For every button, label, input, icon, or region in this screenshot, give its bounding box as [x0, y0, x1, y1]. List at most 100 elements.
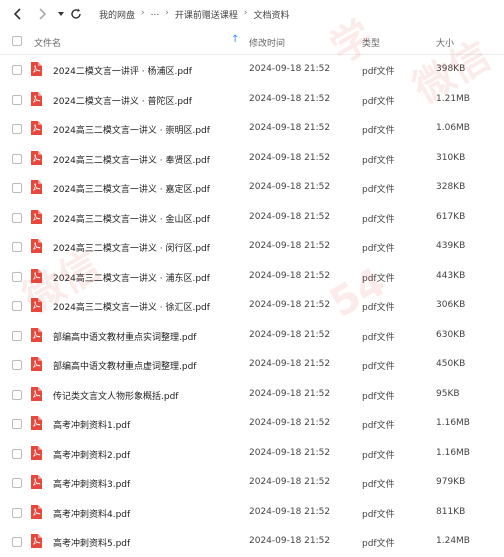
pdf-file-icon [31, 386, 42, 401]
file-row[interactable]: 部编高中语文教材重点实词整理.pdf 2024-09-18 21:52 pdf文件 6… [0, 321, 504, 351]
file-row[interactable]: 高考冲刺资料2.pdf 2024-09-18 21:52 pdf文件 1.16MB [0, 439, 504, 469]
pdf-file-icon [31, 504, 42, 519]
file-modified-time: 2024-09-18 21:52 [249, 418, 331, 428]
pdf-file-icon [31, 150, 42, 165]
pdf-file-icon [31, 268, 42, 283]
select-all-checkbox[interactable] [12, 36, 22, 46]
file-row[interactable]: 2024高三二模文言一讲义 · 徐汇区.pdf 2024-09-18 21:52 p… [0, 291, 504, 321]
chevron-right-icon: › [243, 8, 248, 18]
column-header-type[interactable]: 类型 [362, 36, 380, 49]
file-row[interactable]: 高考冲刺资料1.pdf 2024-09-18 21:52 pdf文件 1.16MB [0, 409, 504, 439]
file-list-header: 文件名 ↑ 修改时间 类型 大小 [0, 28, 504, 55]
file-size: 979KB [436, 477, 466, 487]
file-name[interactable]: 2024二模文言一讲义 · 普陀区.pdf [53, 94, 192, 107]
pdf-file-icon [31, 416, 42, 430]
pdf-file-icon [31, 180, 42, 194]
file-name[interactable]: 高考冲刺资料2.pdf [53, 448, 130, 461]
history-dropdown-icon[interactable] [53, 6, 69, 22]
pdf-file-icon [31, 121, 42, 135]
row-checkbox[interactable] [12, 153, 22, 164]
toolbar: 我的网盘 › ... › 开课前赠送课程 › 文档资料 [0, 0, 504, 28]
file-name[interactable]: 高考冲刺资料1.pdf [53, 418, 130, 431]
file-row[interactable]: 2024高三二模文言一讲义 · 奉贤区.pdf 2024-09-18 21:52 p… [0, 144, 504, 174]
file-row[interactable]: 2024高三二模文言一讲义 · 嘉定区.pdf 2024-09-18 21:52 p… [0, 173, 504, 203]
sort-ascending-icon[interactable]: ↑ [231, 34, 239, 45]
pdf-file-icon [31, 327, 42, 342]
file-modified-time: 2024-09-18 21:52 [249, 93, 331, 104]
file-type: pdf文件 [362, 450, 395, 461]
row-checkbox[interactable] [12, 478, 22, 488]
file-modified-time: 2024-09-18 21:52 [249, 447, 331, 458]
file-size: 450KB [436, 359, 466, 369]
file-name[interactable]: 部编高中语文教材重点虚词整理.pdf [53, 359, 196, 372]
pdf-file-icon [31, 239, 42, 253]
file-row[interactable]: 高考冲刺资料5.pdf 2024-09-18 21:52 pdf文件 1.24MB [0, 527, 504, 557]
file-row[interactable]: 2024高三二模文言一讲义 · 金山区.pdf 2024-09-18 21:52 p… [0, 203, 504, 233]
refresh-icon[interactable] [68, 6, 84, 22]
file-type: pdf文件 [362, 480, 395, 490]
file-type: pdf文件 [362, 303, 395, 313]
forward-arrow-icon[interactable] [34, 6, 50, 22]
row-checkbox[interactable] [12, 183, 22, 193]
file-row[interactable]: 高考冲刺资料4.pdf 2024-09-18 21:52 pdf文件 811KB [0, 498, 504, 528]
row-checkbox[interactable] [12, 271, 22, 282]
breadcrumb-item-course[interactable]: 开课前赠送课程 [175, 8, 238, 21]
pdf-file-icon [31, 475, 42, 489]
file-row[interactable]: 高考冲刺资料3.pdf 2024-09-18 21:52 pdf文件 979KB [0, 468, 504, 498]
file-name[interactable]: 传记类文言文人物形象概括.pdf [53, 389, 178, 402]
column-header-name[interactable]: 文件名 [34, 36, 61, 49]
back-arrow-icon[interactable] [10, 6, 26, 22]
breadcrumb-item-root[interactable]: 我的网盘 [99, 8, 135, 21]
column-header-modified[interactable]: 修改时间 [249, 36, 285, 49]
file-type: pdf文件 [362, 214, 395, 225]
file-row[interactable]: 2024二模文言一讲评 · 杨浦区.pdf 2024-09-18 21:52 pdf… [0, 55, 504, 85]
file-row[interactable]: 2024高三二模文言一讲义 · 闵行区.pdf 2024-09-18 21:52 p… [0, 232, 504, 262]
file-name[interactable]: 高考冲刺资料4.pdf [53, 507, 130, 520]
file-name[interactable]: 2024高三二模文言一讲义 · 徐汇区.pdf [53, 300, 210, 313]
file-name[interactable]: 2024高三二模文言一讲义 · 金山区.pdf [53, 212, 210, 225]
breadcrumb-item-current[interactable]: 文档资料 [253, 8, 289, 21]
column-header-size[interactable]: 大小 [436, 36, 454, 49]
file-row[interactable]: 传记类文言文人物形象概括.pdf 2024-09-18 21:52 pdf文件 95K… [0, 380, 504, 410]
row-checkbox[interactable] [12, 124, 22, 134]
row-checkbox[interactable] [12, 419, 22, 429]
file-name[interactable]: 部编高中语文教材重点实词整理.pdf [53, 330, 196, 343]
file-row[interactable]: 部编高中语文教材重点虚词整理.pdf 2024-09-18 21:52 pdf文件 4… [0, 350, 504, 380]
file-modified-time: 2024-09-18 21:52 [249, 152, 331, 163]
chevron-right-icon: › [141, 8, 145, 18]
file-name[interactable]: 2024高三二模文言一讲义 · 闵行区.pdf [53, 241, 210, 254]
file-size: 617KB [436, 211, 466, 222]
file-row[interactable]: 2024二模文言一讲义 · 普陀区.pdf 2024-09-18 21:52 pdf… [0, 85, 504, 115]
row-checkbox[interactable] [12, 212, 22, 223]
file-name[interactable]: 2024二模文言一讲评 · 杨浦区.pdf [53, 64, 192, 77]
row-checkbox[interactable] [12, 242, 22, 252]
row-checkbox[interactable] [12, 448, 22, 459]
file-name[interactable]: 高考冲刺资料3.pdf [53, 477, 130, 490]
file-name[interactable]: 2024高三二模文言一讲义 · 浦东区.pdf [53, 271, 210, 284]
file-modified-time: 2024-09-18 21:52 [249, 388, 331, 399]
file-row[interactable]: 2024高三二模文言一讲义 · 浦东区.pdf 2024-09-18 21:52 p… [0, 262, 504, 292]
row-checkbox[interactable] [12, 330, 22, 341]
row-checkbox[interactable] [12, 360, 22, 370]
row-checkbox[interactable] [12, 537, 22, 547]
file-row[interactable]: 2024高三二模文言一讲义 · 崇明区.pdf 2024-09-18 21:52 p… [0, 114, 504, 144]
breadcrumb-item-ellipsis[interactable]: ... [151, 8, 160, 21]
file-type: pdf文件 [362, 362, 395, 372]
row-checkbox[interactable] [12, 301, 22, 311]
file-size: 443KB [436, 270, 466, 281]
file-name[interactable]: 2024高三二模文言一讲义 · 崇明区.pdf [53, 123, 210, 136]
row-checkbox[interactable] [12, 389, 22, 400]
row-checkbox[interactable] [12, 94, 22, 105]
file-name[interactable]: 高考冲刺资料5.pdf [53, 536, 130, 549]
pdf-file-icon [31, 534, 42, 548]
file-modified-time: 2024-09-18 21:52 [249, 477, 331, 487]
file-name[interactable]: 2024高三二模文言一讲义 · 嘉定区.pdf [53, 182, 210, 195]
file-name[interactable]: 2024高三二模文言一讲义 · 奉贤区.pdf [53, 153, 210, 166]
file-size: 398KB [436, 64, 466, 74]
file-modified-time: 2024-09-18 21:52 [249, 123, 331, 133]
file-modified-time: 2024-09-18 21:52 [249, 270, 331, 281]
file-modified-time: 2024-09-18 21:52 [249, 241, 331, 251]
row-checkbox[interactable] [12, 507, 22, 518]
row-checkbox[interactable] [12, 65, 22, 75]
file-type: pdf文件 [362, 539, 395, 549]
